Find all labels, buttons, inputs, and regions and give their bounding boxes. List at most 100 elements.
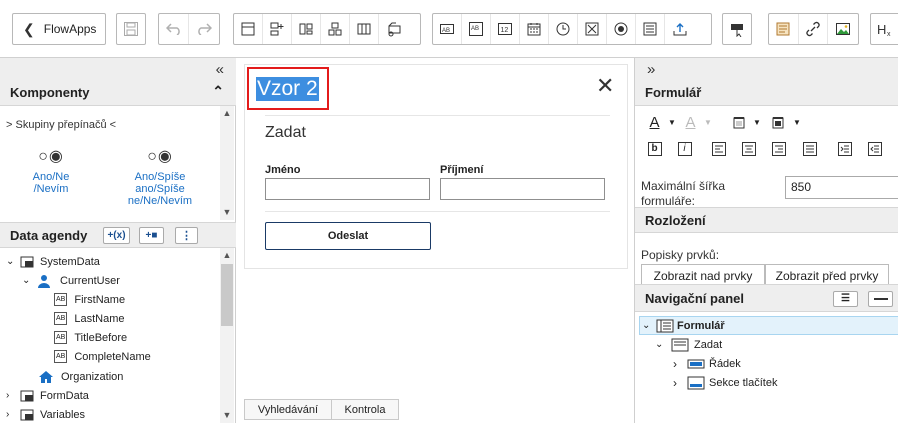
components-category[interactable]: > Skupiny přepínačů < xyxy=(6,119,116,131)
tree-node-completename[interactable]: AB CompleteName xyxy=(54,347,151,366)
tree-node-firstname[interactable]: AB FirstName xyxy=(54,290,125,309)
tree-label: Zadat xyxy=(694,338,723,351)
firstname-label: Jméno xyxy=(265,164,301,176)
align-right-button[interactable] xyxy=(769,139,788,158)
tree-label: CurrentUser xyxy=(60,274,120,287)
add-row-button[interactable] xyxy=(263,14,292,44)
add-user-icon: +■ xyxy=(145,230,158,241)
close-icon[interactable]: ✕ xyxy=(596,75,614,97)
indent-button[interactable] xyxy=(835,139,854,158)
collapse-left-icon: « xyxy=(215,60,224,78)
image-button[interactable] xyxy=(828,14,858,44)
expand-all-button[interactable]: ☰ xyxy=(833,291,858,307)
tree-node-formdata[interactable]: › FormData xyxy=(6,386,89,405)
select-button[interactable] xyxy=(636,14,665,44)
tree-node-systemdata[interactable]: ⌄ SystemData xyxy=(6,252,100,271)
padding-button[interactable] xyxy=(768,113,787,132)
right-collapse-bar[interactable]: » xyxy=(635,58,898,80)
nav-node-zadat[interactable]: ⌄ Zadat xyxy=(655,335,722,354)
save-icon xyxy=(124,22,138,36)
folder-icon xyxy=(20,409,34,420)
left-panel: « Komponenty ⌃ > Skupiny přepínačů < ○◉ … xyxy=(0,58,236,423)
tree-label: Formulář xyxy=(677,319,725,332)
components-scrollbar[interactable]: ▲ ▼ xyxy=(220,106,234,220)
tree-node-currentuser[interactable]: ⌄ CurrentUser xyxy=(22,271,120,290)
time-button[interactable] xyxy=(549,14,578,44)
textbox-button[interactable]: AB xyxy=(433,14,462,44)
button-component-button[interactable] xyxy=(723,14,751,44)
align-center-button[interactable] xyxy=(739,139,758,158)
dropdown-arrow-icon[interactable]: ▼ xyxy=(753,118,761,127)
add-variable-button[interactable]: +(x) xyxy=(103,227,130,244)
more-options-button[interactable]: ⋮ xyxy=(175,227,198,244)
layout-header: Rozložení xyxy=(635,207,898,233)
component-yes-no[interactable]: ○◉ Ano/Ne /Nevím xyxy=(12,146,90,195)
home-icon xyxy=(39,370,53,383)
dropdown-arrow-icon[interactable]: ▼ xyxy=(793,118,801,127)
dropdown-arrow-icon[interactable]: ▼ xyxy=(668,118,676,127)
back-button[interactable]: ❮ FlowApps xyxy=(12,13,106,45)
upload-button[interactable] xyxy=(665,14,694,44)
outdent-button[interactable] xyxy=(865,139,884,158)
add-group-button[interactable]: +■ xyxy=(139,227,164,244)
lastname-input[interactable] xyxy=(440,178,605,200)
tree-label: Organization xyxy=(61,370,124,383)
radio-button[interactable] xyxy=(607,14,636,44)
background-color-button[interactable]: A xyxy=(681,113,700,132)
richtext-button[interactable] xyxy=(769,14,799,44)
collapse-all-button[interactable] xyxy=(868,291,893,307)
left-collapse-bar[interactable]: « xyxy=(0,58,236,80)
undo-button[interactable] xyxy=(159,14,189,44)
max-width-input[interactable]: 850 xyxy=(785,176,898,199)
align-left-button[interactable] xyxy=(709,139,728,158)
pointer-button-icon xyxy=(731,24,743,37)
checkbox-button[interactable] xyxy=(578,14,607,44)
dropdown-arrow-icon[interactable]: ▼ xyxy=(704,118,712,127)
tree-node-titlebefore[interactable]: AB TitleBefore xyxy=(54,328,127,347)
grid-button[interactable] xyxy=(321,14,350,44)
tree-node-organization[interactable]: Organization xyxy=(38,367,123,386)
nav-node-button-section[interactable]: › Sekce tlačítek xyxy=(673,373,777,392)
italic-button[interactable]: i xyxy=(675,139,694,158)
save-button[interactable] xyxy=(116,13,146,45)
textarea-button[interactable]: AB xyxy=(462,14,491,44)
justify-button[interactable] xyxy=(800,139,819,158)
document-icon xyxy=(776,22,790,36)
bold-button[interactable]: b xyxy=(645,139,664,158)
box-style-icon xyxy=(772,116,783,128)
radio-icon xyxy=(614,22,628,36)
table-button[interactable] xyxy=(350,14,379,44)
chevron-down-icon: ⌄ xyxy=(6,256,15,267)
highlight-color-icon: A xyxy=(685,114,696,131)
tab-control-button[interactable] xyxy=(379,14,408,44)
columns-button[interactable] xyxy=(292,14,321,44)
section-icon xyxy=(671,338,689,351)
tab-search[interactable]: Vyhledávání xyxy=(245,400,332,419)
component-yes-rather[interactable]: ○◉ Ano/Spíše ano/Spíše ne/Ne/Nevím xyxy=(110,146,210,207)
heading-button[interactable]: Hx xyxy=(871,14,898,44)
form-title[interactable]: Vzor 2 xyxy=(256,77,319,101)
bottom-tabs: Vyhledávání Kontrola xyxy=(244,399,399,420)
labels-title: Popisky prvků: xyxy=(641,248,720,262)
chevron-left-icon: ❮ xyxy=(23,20,35,37)
tree-node-variables[interactable]: › Variables xyxy=(6,405,85,424)
section-button[interactable] xyxy=(234,14,263,44)
scroll-thumb[interactable] xyxy=(221,264,233,326)
redo-button[interactable] xyxy=(189,14,219,44)
components-header[interactable]: Komponenty ⌃ xyxy=(0,80,236,106)
number-button[interactable]: 12 xyxy=(491,14,520,44)
tree-node-lastname[interactable]: AB LastName xyxy=(54,309,124,328)
date-button[interactable] xyxy=(520,14,549,44)
nav-node-formular[interactable]: ⌄ Formulář xyxy=(639,316,898,335)
border-button[interactable] xyxy=(729,113,748,132)
firstname-input[interactable] xyxy=(265,178,430,200)
tab-validation[interactable]: Kontrola xyxy=(332,400,398,419)
align-center-icon xyxy=(741,141,756,156)
add-row-icon xyxy=(270,22,284,36)
link-button[interactable] xyxy=(799,14,829,44)
nav-title: Navigační panel xyxy=(645,290,744,306)
agenda-scrollbar[interactable]: ▲ ▼ xyxy=(220,248,234,423)
submit-button[interactable]: Odeslat xyxy=(265,222,431,250)
font-color-button[interactable]: A xyxy=(645,113,664,132)
nav-node-radek[interactable]: › Řádek xyxy=(673,354,741,373)
